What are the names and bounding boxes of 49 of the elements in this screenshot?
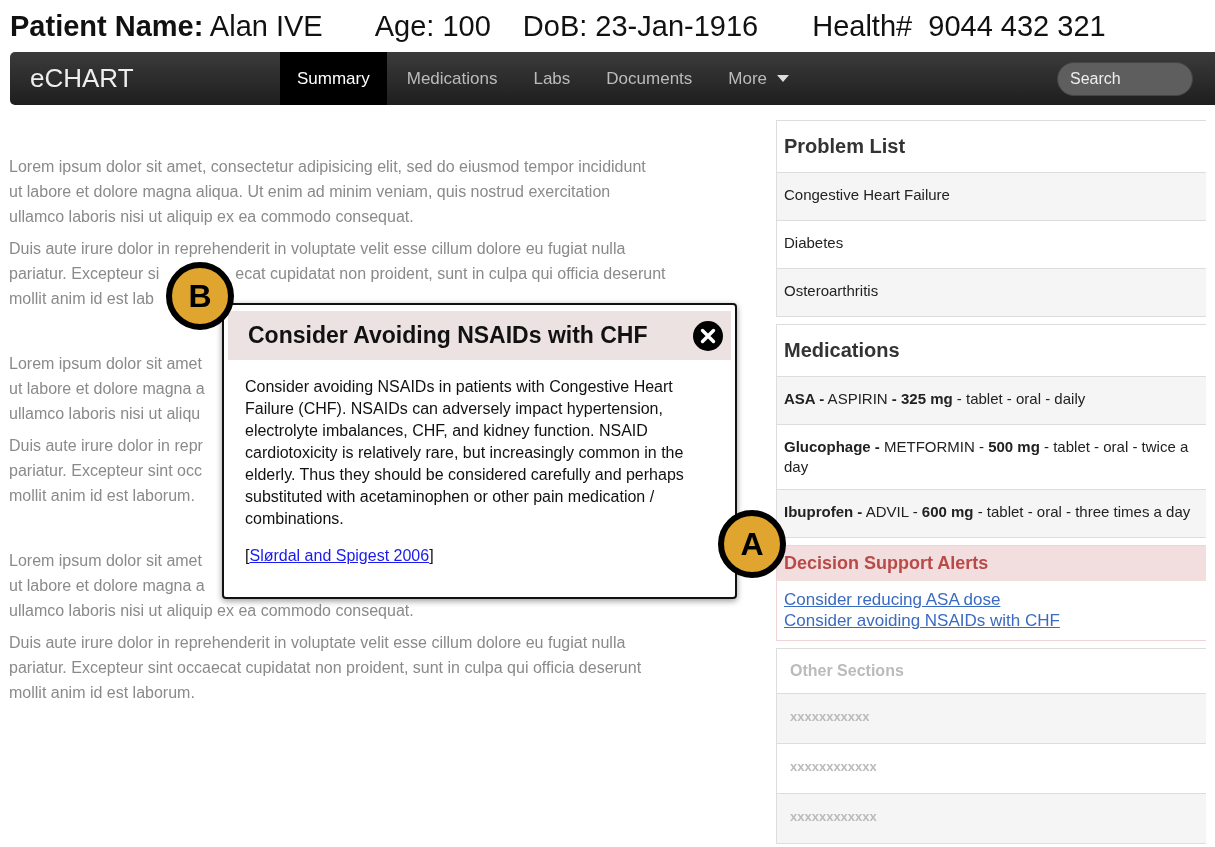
paragraph-text: Lorem ipsum dolor sit amet, consectetur adipisicing elit, sed do eiusmod tempor incididunt: [9, 157, 646, 177]
patient-field: Patient Name: Alan IVE: [10, 9, 323, 43]
paragraph-text: ut labore et dolore magna a: [9, 379, 205, 399]
nav-tab[interactable]: More: [708, 52, 806, 105]
paragraph-text: ecat cupidatat non proident, sunt in culpa qui officia deserunt: [235, 264, 666, 284]
nav-tab[interactable]: Labs: [513, 52, 587, 105]
patient-field: DoB: 23-Jan-1916: [522, 9, 759, 43]
paragraph-text: mollit anim id est lab: [9, 289, 154, 309]
paragraph-text: pariatur. Excepteur sint occ: [9, 461, 202, 481]
paragraph-text: Duis aute irure dolor in repr: [9, 436, 203, 456]
callout-badge: B: [166, 262, 234, 330]
alert-link[interactable]: Consider avoiding NSAIDs with CHF: [784, 610, 1060, 631]
bracket: ]: [429, 547, 434, 564]
paragraph-text: Duis aute irure dolor in reprehenderit in voluptate velit esse cillum dolore eu fugiat nulla: [9, 633, 626, 653]
section-heading: Other Sections: [789, 661, 905, 681]
paragraph-text: Lorem ipsum dolor sit amet: [9, 551, 202, 571]
list-row: Ibuprofen - ADVIL - 600 mg - tablet - oral - three times a day: [777, 489, 1206, 537]
list-row: xxxxxxxxxxx: [777, 693, 1206, 743]
paragraph-text: ut labore et dolore magna aliqua. Ut enim ad minim veniam, quis nostrud exercitation: [9, 182, 611, 202]
paragraph-text: ullamco laboris nisi ut aliquip ex ea commodo consequat.: [9, 207, 414, 227]
paragraph-text: ullamco laboris nisi ut aliquip ex ea commodo consequat.: [9, 601, 414, 621]
paragraph-text: pariatur. Excepteur si: [9, 264, 160, 284]
paragraph-text: ullamco laboris nisi ut aliqu: [9, 404, 201, 424]
paragraph-text: Duis aute irure dolor in reprehenderit in voluptate velit esse cillum dolore eu fugiat nulla: [9, 239, 626, 259]
search-field[interactable]: Search: [1057, 61, 1193, 96]
bracket: [: [245, 547, 250, 564]
section-heading: Decision Support Alerts: [777, 546, 1206, 581]
list-row: ASA - ASPIRIN - 325 mg - tablet - oral - daily: [777, 376, 1206, 424]
alert-link[interactable]: Consider reducing ASA dose: [784, 589, 1001, 610]
list-row: xxxxxxxxxxxx: [777, 793, 1206, 843]
patient-field: Age: 100: [374, 9, 491, 43]
list-row: Osteroarthritis: [777, 268, 1206, 316]
paragraph-text: Lorem ipsum dolor sit amet: [9, 354, 202, 374]
brand-name[interactable]: eCHART: [30, 63, 280, 94]
paragraph-text: pariatur. Excepteur sint occaecat cupidatat non proident, sunt in culpa qui officia deserunt: [9, 658, 642, 678]
section-heading: Medications: [783, 338, 901, 363]
nav-tab[interactable]: Medications: [386, 52, 514, 105]
nav-tab[interactable]: Summary: [280, 52, 387, 105]
nav-tab[interactable]: Documents: [586, 52, 709, 105]
paragraph-text: mollit anim id est laborum.: [9, 683, 195, 703]
paragraph-text: ut labore et dolore magna a: [9, 576, 205, 596]
list-row: Congestive Heart Failure: [777, 172, 1206, 220]
dialog-text: Consider avoiding NSAIDs in patients with Congestive Heart Failure (CHF). NSAIDs can adversely impact hypertension, electrolyte imbalances, CHF, and kidney function. NSAID cardiotoxicity is relatively rare, but increasingly common in the elderly. Thus they should be considered carefully and perhaps substituted with acetaminophen or other pain medication / combinations.: [245, 377, 685, 529]
section-heading: Problem List: [783, 134, 907, 159]
reference-link[interactable]: Slørdal and Spigest 2006: [249, 547, 430, 564]
dialog-title: Consider Avoiding NSAIDs with CHF: [248, 322, 648, 349]
close-icon[interactable]: [693, 320, 723, 351]
paragraph-text: mollit anim id est laborum.: [9, 486, 195, 506]
patient-field: Health# 9044 432 321: [812, 9, 1106, 43]
